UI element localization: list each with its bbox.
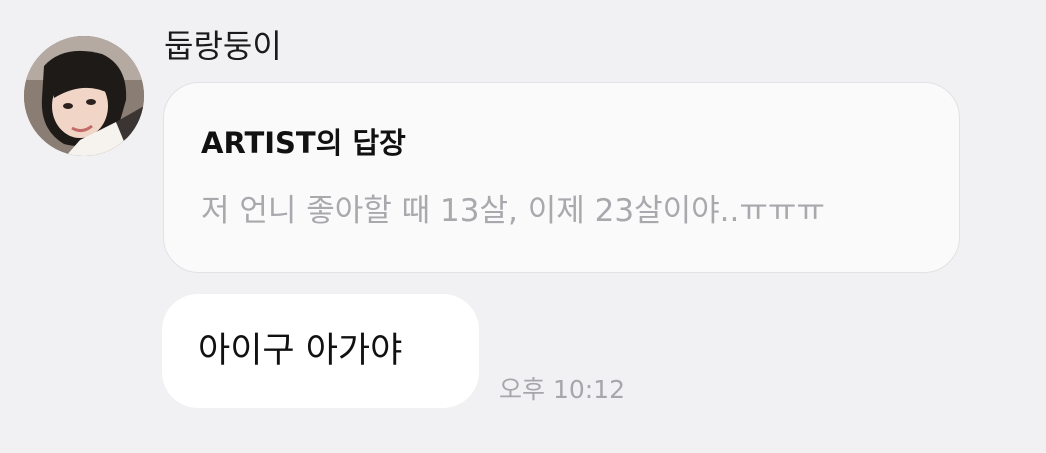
avatar-photo — [24, 36, 144, 156]
avatar[interactable] — [24, 36, 144, 156]
sender-name: 둡랑둥이 — [164, 27, 282, 65]
reply-quote-bubble[interactable]: ARTIST의 답장 저 언니 좋아할 때 13살, 이제 23살이야..ㅠㅠㅠ — [163, 82, 960, 273]
message-text: 아이구 아가야 — [198, 331, 403, 371]
message-timestamp: 오후 10:12 — [499, 375, 625, 404]
message-bubble[interactable]: 아이구 아가야 — [162, 294, 479, 408]
reply-quote-text: 저 언니 좋아할 때 13살, 이제 23살이야..ㅠㅠㅠ — [201, 193, 825, 229]
reply-title: ARTIST의 답장 — [201, 126, 406, 160]
